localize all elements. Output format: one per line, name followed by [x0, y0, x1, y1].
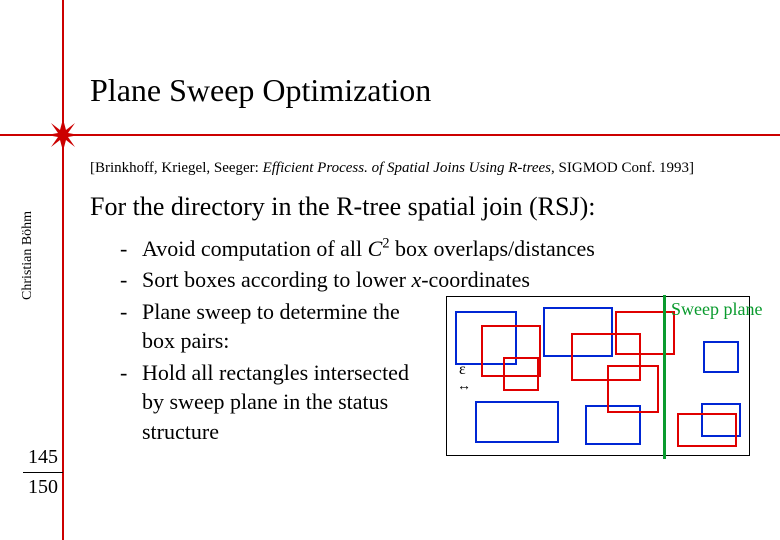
rect-red: [615, 311, 675, 355]
epsilon-arrow-icon: ↔: [457, 379, 469, 395]
bullet-4: Hold all rectangles inter­sected by swee…: [120, 358, 430, 446]
epsilon-marker: ε ↔: [457, 379, 469, 395]
rect-red: [677, 413, 737, 447]
b1-var: C: [368, 236, 383, 261]
b1-sup: 2: [382, 236, 389, 252]
rect-blue: [475, 401, 559, 443]
rect-red: [607, 365, 659, 413]
vertical-rule: [62, 0, 64, 540]
citation-italic: Efficient Process. of Spatial Joins Usin…: [263, 160, 551, 176]
plane-sweep-diagram: Sweep plane ε ↔: [446, 296, 750, 456]
rect-red: [503, 357, 539, 391]
slide: Plane Sweep Optimization [Brinkhoff, Kri…: [0, 0, 780, 540]
citation-suffix: , SIGMOD Conf. 1993]: [551, 160, 694, 176]
b2-pre: Sort boxes according to lower: [142, 267, 411, 292]
citation: [Brinkhoff, Kriegel, Seeger: Efficient P…: [90, 160, 694, 177]
b1-pre: Avoid computation of all: [142, 236, 368, 261]
page-current: 145: [26, 446, 60, 469]
sweep-line: [663, 295, 666, 459]
subheading: For the directory in the R-tree spatial …: [90, 192, 595, 222]
star-icon: [47, 119, 79, 151]
sweep-plane-label: Sweep plane: [671, 299, 762, 320]
b1-post: box overlaps/distances: [390, 236, 595, 261]
bullet-1: Avoid computation of all C2 box overlaps…: [120, 234, 760, 263]
bullet-2: Sort boxes according to lower x-coordina…: [120, 265, 760, 294]
citation-prefix: [Brinkhoff, Kriegel, Seeger:: [90, 160, 263, 176]
page-total: 150: [26, 476, 60, 499]
horizontal-rule: [0, 134, 780, 136]
b2-post: -coordinates: [421, 267, 530, 292]
b2-var: x: [411, 267, 421, 292]
epsilon-symbol: ε: [459, 361, 466, 379]
slide-title: Plane Sweep Optimization: [90, 72, 431, 109]
page-divider: [23, 472, 63, 473]
bullet-3: Plane sweep to determine the box pairs:: [120, 297, 430, 356]
rect-blue: [703, 341, 739, 373]
author-label: Christian Böhm: [20, 211, 36, 300]
